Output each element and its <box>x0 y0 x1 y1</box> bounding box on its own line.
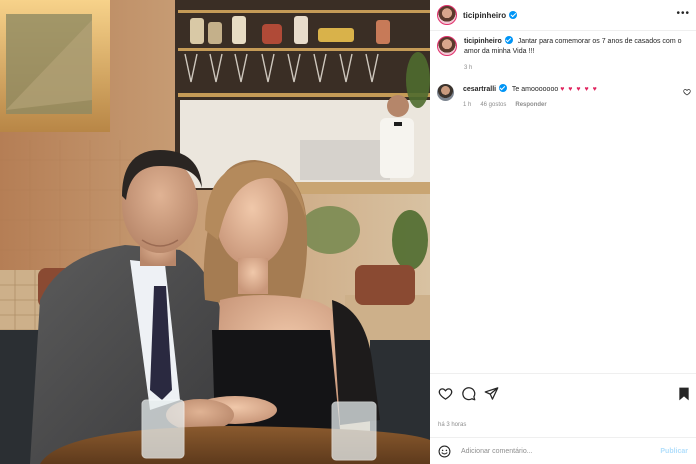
paper-plane-icon[interactable] <box>484 386 499 401</box>
commenter-avatar[interactable] <box>437 84 454 101</box>
speech-bubble-icon[interactable] <box>461 386 476 401</box>
post-actions-section: há 3 horas Adicionar comentário... Publi… <box>430 373 696 464</box>
caption-avatar[interactable] <box>437 36 457 56</box>
caption-username[interactable]: ticipinheiro <box>464 38 502 45</box>
post-image <box>0 0 430 464</box>
reply-button[interactable]: Responder <box>515 100 546 110</box>
caption-age: 3 h <box>464 65 473 71</box>
post-caption: ticipinheiro Jantar para comemorar os 7 … <box>437 36 691 73</box>
add-comment-bar: Adicionar comentário... Publicar <box>430 437 696 464</box>
author-username[interactable]: ticipinheiro <box>463 11 506 20</box>
comment-input[interactable]: Adicionar comentário... <box>461 448 533 455</box>
comment-age: 1 h <box>463 102 472 108</box>
action-bar <box>438 386 499 401</box>
comment-text: Te amooooooo <box>511 86 559 93</box>
post-timestamp[interactable]: há 3 horas <box>438 422 466 428</box>
hearts-emoji: ♥ ♥ ♥ ♥ ♥ <box>560 86 598 93</box>
comment-username[interactable]: cesartralli <box>463 86 496 93</box>
heart-outline-icon[interactable] <box>438 386 453 401</box>
verified-badge-icon <box>504 36 513 44</box>
emoji-icon[interactable] <box>438 445 451 458</box>
post-header: ticipinheiro ••• <box>430 0 696 31</box>
verified-badge-icon <box>509 11 518 19</box>
comment-item: cesartralli Te amooooooo ♥ ♥ ♥ ♥ ♥ 1 h 4… <box>437 84 691 110</box>
publish-button[interactable]: Publicar <box>660 448 688 455</box>
verified-badge-icon <box>499 84 508 92</box>
save-button[interactable] <box>678 387 690 401</box>
more-options-icon[interactable]: ••• <box>676 9 690 19</box>
bookmark-filled-icon <box>679 387 689 401</box>
post-sidebar: ticipinheiro ••• ticipinheiro Jantar par… <box>430 0 696 464</box>
comment-likes[interactable]: 46 gostos <box>480 100 506 110</box>
comment-like-heart-icon[interactable] <box>683 88 691 96</box>
post-photo[interactable] <box>0 0 430 464</box>
author-avatar[interactable] <box>437 5 457 25</box>
